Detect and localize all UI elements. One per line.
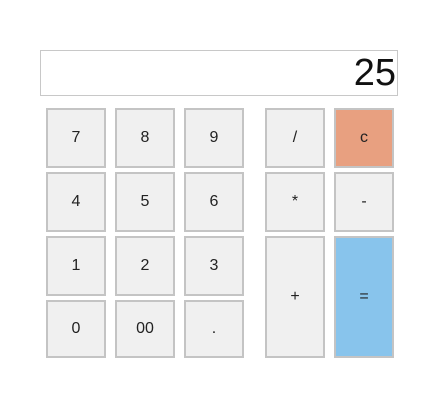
key-4-button[interactable]: 4 [46, 172, 106, 232]
key-6-button[interactable]: 6 [184, 172, 244, 232]
subtract-button[interactable]: - [334, 172, 394, 232]
decimal-button[interactable]: . [184, 300, 244, 358]
clear-button[interactable]: c [334, 108, 394, 168]
multiply-button[interactable]: * [265, 172, 325, 232]
key-0-button[interactable]: 0 [46, 300, 106, 358]
key-7-button[interactable]: 7 [46, 108, 106, 168]
key-9-button[interactable]: 9 [184, 108, 244, 168]
key-8-button[interactable]: 8 [115, 108, 175, 168]
calculator: 25 7 8 9 / c 4 5 6 * - 1 2 3 + = 0 00 . [0, 0, 439, 402]
add-button[interactable]: + [265, 236, 325, 358]
key-2-button[interactable]: 2 [115, 236, 175, 296]
equals-button[interactable]: = [334, 236, 394, 358]
key-00-button[interactable]: 00 [115, 300, 175, 358]
result-display: 25 [40, 50, 398, 96]
divide-button[interactable]: / [265, 108, 325, 168]
key-3-button[interactable]: 3 [184, 236, 244, 296]
key-5-button[interactable]: 5 [115, 172, 175, 232]
key-1-button[interactable]: 1 [46, 236, 106, 296]
